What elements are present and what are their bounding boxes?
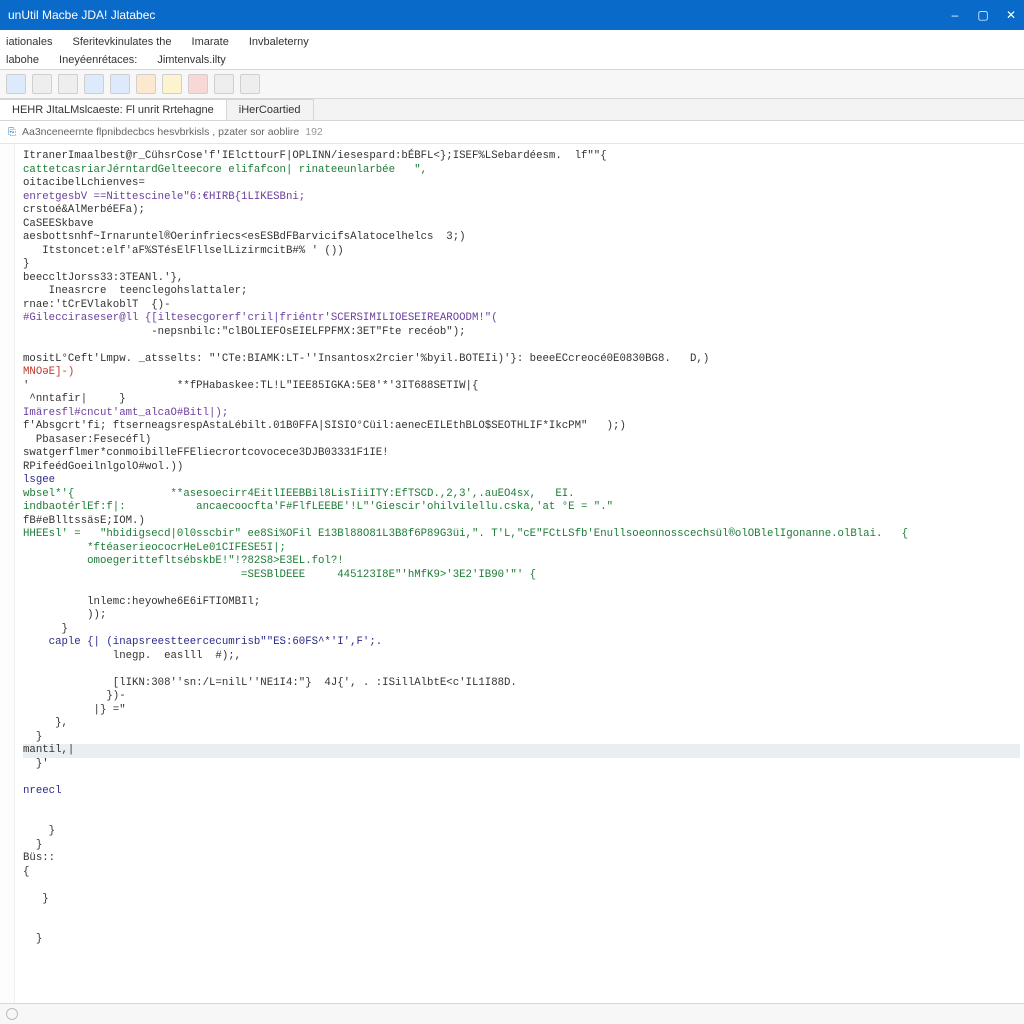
code-line: mantil,| <box>23 744 1020 758</box>
menu-item-row2-2[interactable]: Jimtenvals.ilty <box>155 51 227 69</box>
editor-gutter <box>0 144 15 1024</box>
code-line: { <box>23 866 1020 880</box>
code-line: fB#eBlltssäsE;IOM.) <box>23 515 1020 529</box>
code-line: ItranerImaalbest@r_CühsrCose'f'IElcttour… <box>23 150 1020 164</box>
folder-icon[interactable] <box>136 74 156 94</box>
code-line: indbaotérlEf:f|: ancaecoocfta'F#FlfLEEBE… <box>23 501 1020 515</box>
code-line: } <box>23 933 1020 947</box>
code-line: [lIKN:308''sn:/L=nilL''NE1I4:"} 4J{', . … <box>23 677 1020 691</box>
menu-item-2[interactable]: Imarate <box>190 33 231 51</box>
breadcrumb-text: Aa3nceneernte flpnibdecbcs hesvbrkisls ,… <box>22 126 299 138</box>
page-icon[interactable] <box>6 74 26 94</box>
code-line: ^nntafir| } <box>23 393 1020 407</box>
tab-0[interactable]: HEHR JItaLMslcaeste: Fl unrit Rrtehagne <box>0 99 227 120</box>
window-controls: – ▢ ✕ <box>950 10 1016 20</box>
code-line: crstoé&AlMerbéEFa); <box>23 204 1020 218</box>
code-line: lnlemc:heyowhe6E6iFTIOMBIl; <box>23 596 1020 610</box>
code-line: nreecl <box>23 785 1020 799</box>
code-line: } <box>23 623 1020 637</box>
code-line: omoegerittefltsébskbE!"!?82S8>E3EL.fol?! <box>23 555 1020 569</box>
code-line: f'Absgcrt'fi; ftserneagsrespAstaLébilt.0… <box>23 420 1020 434</box>
close-icon[interactable]: ✕ <box>1006 10 1016 20</box>
code-editor[interactable]: ItranerImaalbest@r_CühsrCose'f'IElcttour… <box>0 144 1024 1024</box>
layers-icon[interactable] <box>32 74 52 94</box>
code-line: Imäresfl#cncut'amt_alcaO#Bitl|); <box>23 407 1020 421</box>
code-line: oitacibelLchienves= <box>23 177 1020 191</box>
code-line: ' **fPHabaskee:TL!L"IEE85IGKA:5E8'*'3IT6… <box>23 380 1020 394</box>
code-line <box>23 339 1020 353</box>
tab-bar: HEHR JItaLMslcaeste: Fl unrit Rrtehagnei… <box>0 99 1024 121</box>
code-line: } <box>23 258 1020 272</box>
code-line: *ftéaserieococrHeLe01CIFESE5I|; <box>23 542 1020 556</box>
menu-item-1[interactable]: Sferitevkinulates the <box>70 33 173 51</box>
code-line <box>23 582 1020 596</box>
code-line: }, <box>23 717 1020 731</box>
minimize-icon[interactable]: – <box>950 10 960 20</box>
code-line: Ineasrcre teenclegohslattaler; <box>23 285 1020 299</box>
maximize-icon[interactable]: ▢ <box>978 10 988 20</box>
code-line <box>23 906 1020 920</box>
code-line <box>23 879 1020 893</box>
box-icon[interactable] <box>58 74 78 94</box>
code-line: Itstoncet:elf'aF%STésElFllselLizirmcitB#… <box>23 245 1020 259</box>
save-icon[interactable] <box>110 74 130 94</box>
menu-item-0[interactable]: iationales <box>4 33 54 51</box>
code-line <box>23 920 1020 934</box>
code-line: lsgee <box>23 474 1020 488</box>
menu-bar: iationales Sferitevkinulates the Imarate In… <box>0 30 1024 70</box>
code-line: lnegp. easlll #);, <box>23 650 1020 664</box>
code-line: Pbasaser:Fesecéfl) <box>23 434 1020 448</box>
code-line <box>23 812 1020 826</box>
tab-1[interactable]: iHerCoartied <box>227 99 314 120</box>
doc-icon[interactable] <box>214 74 234 94</box>
code-line: })- <box>23 690 1020 704</box>
status-bar <box>0 1003 1024 1024</box>
code-line: MNOǝE]-) <box>23 366 1020 380</box>
code-line <box>23 798 1020 812</box>
code-line: |} =" <box>23 704 1020 718</box>
undo-icon[interactable] <box>240 74 260 94</box>
stop-icon[interactable] <box>188 74 208 94</box>
breadcrumb-icon: ⎘ <box>8 127 16 138</box>
code-line: rnae:'tCrEVlakoblT {)- <box>23 299 1020 313</box>
code-line: caple {| (inapsreestteercecumrisb""ES:60… <box>23 636 1020 650</box>
code-line: beeccltJorss33:3TEANl.'}, <box>23 272 1020 286</box>
status-indicator-icon <box>6 1008 18 1020</box>
code-line: wbsel*'{ **asesoecirr4EitlIEEBBil8LisIii… <box>23 488 1020 502</box>
menu-item-row2-0[interactable]: labohe <box>4 51 41 69</box>
code-line: } <box>23 893 1020 907</box>
code-line: cattetcasriarJérntardGelteecore elifafco… <box>23 164 1020 178</box>
menu-item-3[interactable]: Invbaleterny <box>247 33 311 51</box>
window-title: unUtil Macbe JDA! Jlatabec <box>8 8 155 22</box>
code-line: RPifeédGoeilnlgolO#wol.)) <box>23 461 1020 475</box>
code-line: } <box>23 825 1020 839</box>
breadcrumb-number: 192 <box>305 126 323 138</box>
grid-icon[interactable] <box>84 74 104 94</box>
bullet-icon[interactable] <box>162 74 182 94</box>
code-line: =SESBlDEEE 445123I8E"'hMfK9>'3E2'IB90'"'… <box>23 569 1020 583</box>
code-line: } <box>23 731 1020 745</box>
code-line: enretgesbV ==Nittescinele"6:€HIRB{1LIKES… <box>23 191 1020 205</box>
code-line <box>23 663 1020 677</box>
code-line: #Gilecciraseser@ll {[iltesecgorerf'cril|… <box>23 312 1020 326</box>
breadcrumb: ⎘ Aa3nceneernte flpnibdecbcs hesvbrkisls… <box>0 121 1024 144</box>
code-line: } <box>23 839 1020 853</box>
code-line <box>23 771 1020 785</box>
toolbar <box>0 70 1024 99</box>
code-line: )); <box>23 609 1020 623</box>
menu-item-row2-1[interactable]: Ineyéenrétaces: <box>57 51 139 69</box>
code-line: -nepsnbilc:"clBOLIEFOsEIELFPFMX:3ET"Fte … <box>23 326 1020 340</box>
code-area[interactable]: ItranerImaalbest@r_CühsrCose'f'IElcttour… <box>15 144 1024 1024</box>
code-line: CaSEESkbave <box>23 218 1020 232</box>
code-line: aesbottsnhf~Irnaruntel®Oerinfriecs<esESB… <box>23 231 1020 245</box>
code-line: }' <box>23 758 1020 772</box>
code-line: HHEEsl' = "hbidigsecd|0l0sscbir" ee8Si%O… <box>23 528 1020 542</box>
code-line: Büs:: <box>23 852 1020 866</box>
code-line: mositL°Ceft'Lmpw. _atsselts: "'CTe:BIAMK… <box>23 353 1020 367</box>
code-line: swatgerflmer*conmoibilleFFEliecrortcovoc… <box>23 447 1020 461</box>
title-bar: unUtil Macbe JDA! Jlatabec – ▢ ✕ <box>0 0 1024 30</box>
